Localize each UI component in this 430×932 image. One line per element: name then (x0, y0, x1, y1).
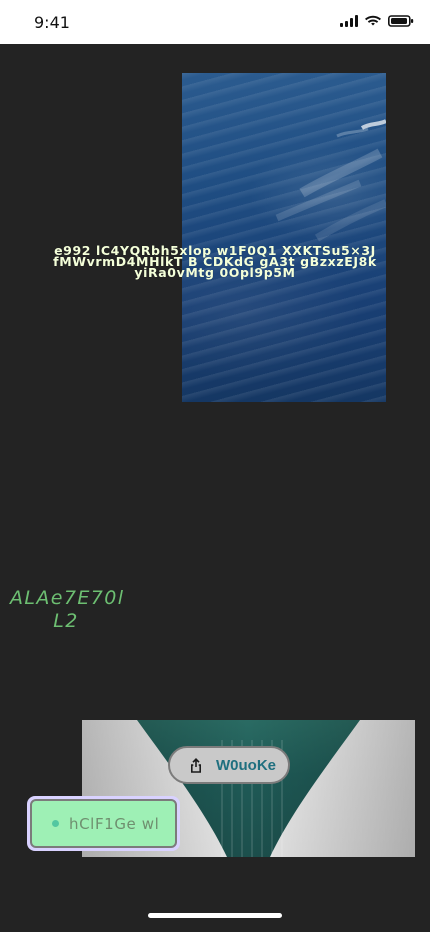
status-icons (340, 15, 414, 31)
share-button[interactable]: W0uoKe (168, 746, 290, 784)
status-bar: 9:41 (0, 0, 430, 44)
battery-icon (388, 14, 414, 32)
ocean-texture (275, 119, 386, 242)
app-screen: 9:41 e992 lC4YQRbh5xlop w1F0Q1 XXKTSu5×3… (0, 0, 430, 932)
status-time: 9:41 (34, 13, 70, 32)
cellular-signal-icon (340, 14, 358, 32)
green-chip-label: hClF1Ge wl (69, 814, 160, 833)
share-button-label: W0uoKe (216, 756, 276, 774)
ocean-image (182, 73, 386, 402)
status-dot-icon (52, 820, 59, 827)
chip-outline: hClF1Ge wl (27, 796, 180, 851)
wifi-icon (364, 14, 382, 32)
green-italic-text: ALAe7E70l L2 (10, 587, 125, 632)
home-indicator (148, 913, 282, 918)
main-content: e992 lC4YQRbh5xlop w1F0Q1 XXKTSu5×3J fMW… (0, 44, 430, 932)
share-icon (186, 755, 206, 775)
overlay-text: e992 lC4YQRbh5xlop w1F0Q1 XXKTSu5×3J fMW… (53, 243, 377, 280)
green-chip-button[interactable]: hClF1Ge wl (30, 799, 177, 848)
